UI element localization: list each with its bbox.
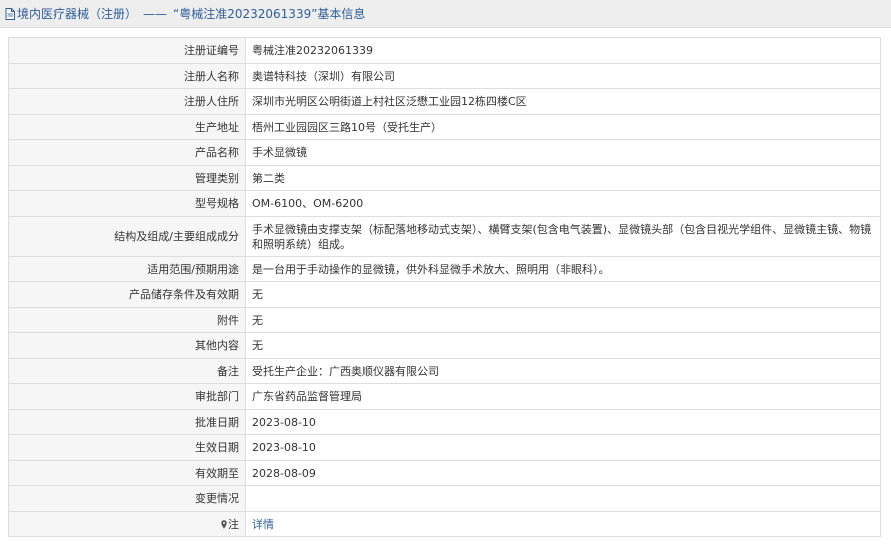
table-row: 型号规格 OM-6100、OM-6200 [8, 190, 881, 217]
field-value: 奥谱特科技（深圳）有限公司 [245, 62, 881, 89]
map-pin-icon [221, 518, 227, 529]
table-row: 有效期至 2028-08-09 [8, 459, 881, 486]
field-label: 其他内容 [8, 332, 246, 359]
field-label: 管理类别 [8, 164, 246, 191]
table-row: 生效日期 2023-08-10 [8, 434, 881, 461]
field-value: 梧州工业园园区三路10号（受托生产） [245, 113, 881, 140]
field-label: 注册人住所 [8, 88, 246, 115]
table-row: 批准日期 2023-08-10 [8, 408, 881, 435]
table-row: 注册证编号 粤械注准20232061339 [8, 37, 881, 64]
field-label: 批准日期 [8, 408, 246, 435]
info-table-container: 注册证编号 粤械注准20232061339 注册人名称 奥谱特科技（深圳）有限公… [8, 37, 881, 537]
field-label: 产品名称 [8, 139, 246, 166]
field-label: 有效期至 [8, 459, 246, 486]
field-value: 受托生产企业：广西奥顺仪器有限公司 [245, 357, 881, 384]
field-label: 审批部门 [8, 383, 246, 410]
table-row: 备注 受托生产企业：广西奥顺仪器有限公司 [8, 357, 881, 384]
field-value: 粤械注准20232061339 [245, 37, 881, 64]
table-row: 注册人名称 奥谱特科技（深圳）有限公司 [8, 62, 881, 89]
field-label: 注册人名称 [8, 62, 246, 89]
table-row: 其他内容 无 [8, 332, 881, 359]
field-label: 变更情况 [8, 485, 246, 512]
field-value: 无 [245, 332, 881, 359]
field-value: 2023-08-10 [245, 434, 881, 461]
field-label: 附件 [8, 306, 246, 333]
table-row: 产品储存条件及有效期 无 [8, 281, 881, 308]
field-value: 无 [245, 306, 881, 333]
header-separator: —— [143, 6, 168, 21]
field-label: 生效日期 [8, 434, 246, 461]
field-label: 型号规格 [8, 190, 246, 217]
field-value: 手术显微镜 [245, 139, 881, 166]
page-header: 境内医疗器械（注册） —— “粤械注准20232061339”基本信息 [0, 0, 891, 28]
field-value: 广东省药品监督管理局 [245, 383, 881, 410]
field-label: 适用范围/预期用途 [8, 255, 246, 282]
table-row: 生产地址 梧州工业园园区三路10号（受托生产） [8, 113, 881, 140]
field-value: OM-6100、OM-6200 [245, 190, 881, 217]
field-label: 结构及组成/主要组成成分 [8, 215, 246, 257]
field-value: 无 [245, 281, 881, 308]
table-row: 审批部门 广东省药品监督管理局 [8, 383, 881, 410]
field-label: 备注 [8, 357, 246, 384]
table-row: 结构及组成/主要组成成分 手术显微镜由支撑支架（标配落地移动式支架）、横臂支架(… [8, 215, 881, 257]
field-value: 深圳市光明区公明街道上村社区泛懋工业园12栋四楼C区 [245, 88, 881, 115]
note-label: 注 [228, 517, 239, 531]
field-value: 2023-08-10 [245, 408, 881, 435]
field-value: 第二类 [245, 164, 881, 191]
info-table: 注册证编号 粤械注准20232061339 注册人名称 奥谱特科技（深圳）有限公… [8, 37, 881, 537]
header-category: 境内医疗器械（注册） [17, 7, 138, 21]
field-value: 2028-08-09 [245, 459, 881, 486]
document-icon [5, 7, 15, 20]
note-label-cell: 注 [8, 510, 246, 537]
field-label: 产品储存条件及有效期 [8, 281, 246, 308]
field-value: 是一台用于手动操作的显微镜，供外科显微手术放大、照明用（非眼科）。 [245, 255, 881, 282]
note-value-cell: 详情 [245, 510, 881, 537]
table-row: 变更情况 [8, 485, 881, 512]
field-label: 生产地址 [8, 113, 246, 140]
table-row: 适用范围/预期用途 是一台用于手动操作的显微镜，供外科显微手术放大、照明用（非眼… [8, 255, 881, 282]
field-value: 手术显微镜由支撑支架（标配落地移动式支架）、横臂支架(包含电气装置)、显微镜头部… [245, 215, 881, 257]
table-row: 附件 无 [8, 306, 881, 333]
header-title: “粤械注准20232061339”基本信息 [173, 7, 366, 21]
details-link[interactable]: 详情 [252, 518, 274, 531]
field-label: 注册证编号 [8, 37, 246, 64]
table-row: 产品名称 手术显微镜 [8, 139, 881, 166]
table-row: 管理类别 第二类 [8, 164, 881, 191]
table-row: 注册人住所 深圳市光明区公明街道上村社区泛懋工业园12栋四楼C区 [8, 88, 881, 115]
field-value [245, 485, 881, 512]
note-row: 注 详情 [8, 510, 881, 537]
